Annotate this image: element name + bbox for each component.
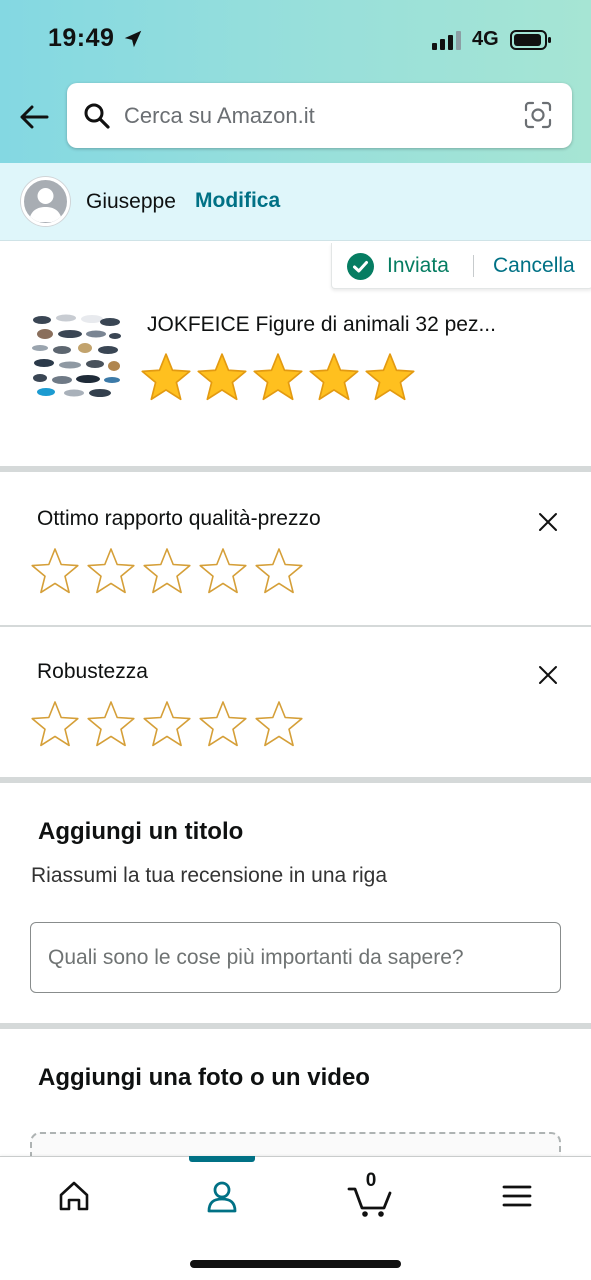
location-arrow-icon: [124, 30, 142, 48]
search-bar[interactable]: Cerca su Amazon.it: [67, 83, 572, 148]
user-silhouette-icon: [29, 188, 62, 222]
product-title[interactable]: JOKFEICE Figure di animali 32 pez...: [147, 313, 567, 337]
star-empty-icon[interactable]: [30, 699, 80, 749]
cellular-signal-icon: [432, 31, 461, 50]
add-title-subheading: Riassumi la tua recensione in una riga: [31, 864, 388, 887]
user-name: Giuseppe: [86, 190, 176, 213]
status-time: 19:49: [48, 24, 115, 52]
close-icon[interactable]: [535, 509, 561, 535]
pill-divider: [473, 255, 474, 277]
avatar[interactable]: [21, 177, 70, 226]
star-empty-icon[interactable]: [86, 699, 136, 749]
network-type: 4G: [472, 28, 499, 50]
star-filled-icon[interactable]: [196, 351, 248, 403]
star-empty-icon[interactable]: [142, 699, 192, 749]
star-empty-icon[interactable]: [198, 699, 248, 749]
star-empty-icon[interactable]: [198, 546, 248, 596]
sent-status-label: Inviata: [387, 254, 449, 277]
top-header: 19:49 4G Cerca su Amazon.it: [0, 0, 591, 163]
hamburger-menu-icon: [502, 1185, 532, 1207]
user-bar: Giuseppe Modifica: [0, 163, 591, 241]
edit-profile-link[interactable]: Modifica: [195, 189, 280, 213]
star-empty-icon[interactable]: [254, 546, 304, 596]
battery-icon: [510, 30, 551, 50]
star-filled-icon[interactable]: [252, 351, 304, 403]
search-input[interactable]: Cerca su Amazon.it: [124, 103, 315, 129]
sturdiness-star-rating[interactable]: [30, 699, 304, 749]
close-icon[interactable]: [535, 662, 561, 688]
home-indicator: [190, 1260, 401, 1268]
section-divider: [0, 777, 591, 783]
add-media-heading: Aggiungi una foto o un video: [38, 1064, 370, 1091]
back-arrow-icon[interactable]: [17, 100, 51, 134]
product-thumbnail: [30, 310, 122, 400]
review-title-input[interactable]: [30, 922, 561, 993]
star-filled-icon[interactable]: [140, 351, 192, 403]
star-empty-icon[interactable]: [30, 546, 80, 596]
attribute-label-value: Ottimo rapporto qualità-prezzo: [37, 507, 321, 530]
active-tab-indicator: [189, 1156, 255, 1162]
star-empty-icon[interactable]: [86, 546, 136, 596]
review-status-bar: Inviata Cancella: [331, 243, 591, 289]
home-icon: [59, 1181, 89, 1211]
attribute-label-sturdiness: Robustezza: [37, 660, 148, 683]
star-filled-icon[interactable]: [308, 351, 360, 403]
check-circle-icon: [347, 253, 374, 280]
star-filled-icon[interactable]: [364, 351, 416, 403]
overall-star-rating[interactable]: [140, 351, 416, 403]
section-divider: [0, 625, 591, 627]
section-divider: [0, 1023, 591, 1029]
camera-scan-icon[interactable]: [523, 100, 553, 130]
nav-cart[interactable]: 0: [343, 1170, 403, 1221]
value-star-rating[interactable]: [30, 546, 304, 596]
star-empty-icon[interactable]: [142, 546, 192, 596]
nav-home[interactable]: [44, 1171, 104, 1221]
section-divider: [0, 466, 591, 472]
nav-account[interactable]: [192, 1171, 252, 1221]
add-title-heading: Aggiungi un titolo: [38, 818, 244, 845]
person-icon: [207, 1181, 237, 1213]
nav-menu[interactable]: [487, 1171, 547, 1221]
search-icon: [84, 103, 110, 129]
cart-count: 0: [365, 1170, 377, 1191]
star-empty-icon[interactable]: [254, 699, 304, 749]
cancel-review-button[interactable]: Cancella: [493, 254, 575, 278]
